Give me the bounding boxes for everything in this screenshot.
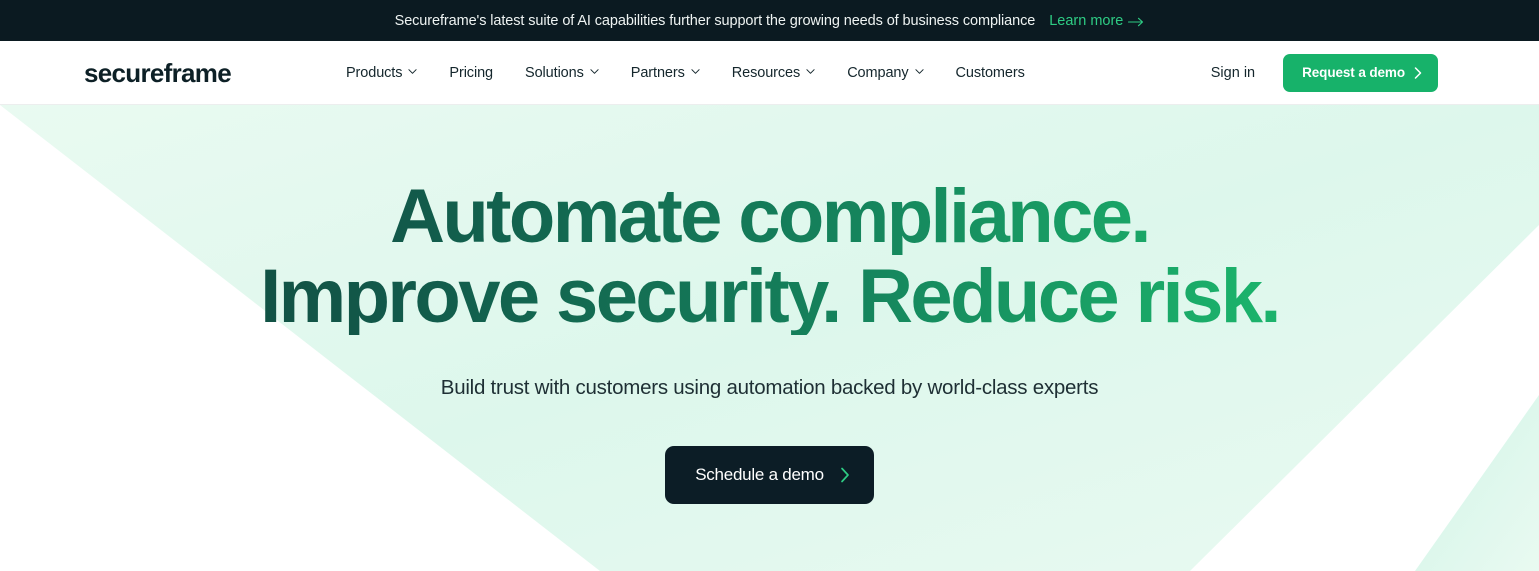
secureframe-logo[interactable]: secureframe — [84, 60, 232, 86]
nav-item-solutions[interactable]: Solutions — [509, 53, 615, 93]
nav-label: Products — [345, 64, 403, 81]
chevron-down-icon — [914, 67, 924, 76]
nav-label: Customers — [955, 64, 1025, 81]
hero-subheadline: Build trust with customers using automat… — [440, 376, 1099, 399]
nav-label: Pricing — [449, 64, 494, 81]
hero-content: Automate compliance. Improve security. R… — [0, 105, 1539, 504]
chevron-down-icon — [408, 67, 417, 76]
site-header: secureframe Products Pricing Solutions P… — [0, 41, 1539, 105]
hero-headline-line-2: Improve security. Reduce risk. — [0, 259, 1539, 335]
chevron-right-icon — [1414, 66, 1422, 79]
nav-item-resources[interactable]: Resources — [716, 53, 831, 93]
announcement-text: Secureframe's latest suite of AI capabil… — [394, 12, 1036, 29]
chevron-right-icon — [840, 467, 850, 483]
arrow-right-icon — [1128, 17, 1144, 27]
nav-label: Resources — [731, 64, 801, 81]
chevron-down-icon — [806, 67, 815, 76]
request-a-demo-button[interactable]: Request a demo — [1283, 53, 1438, 92]
nav-item-products[interactable]: Products — [330, 53, 433, 93]
nav-label: Company — [847, 64, 909, 81]
primary-navigation: Products Pricing Solutions Partners Reso… — [330, 53, 1041, 93]
schedule-a-demo-button[interactable]: Schedule a demo — [665, 446, 874, 504]
nav-label: Solutions — [525, 64, 584, 81]
sign-in-link[interactable]: Sign in — [1211, 65, 1255, 81]
chevron-down-icon — [590, 67, 599, 76]
nav-item-company[interactable]: Company — [831, 53, 939, 93]
schedule-a-demo-label: Schedule a demo — [695, 465, 824, 484]
announcement-learn-more-label: Learn more — [1049, 12, 1124, 29]
nav-item-pricing[interactable]: Pricing — [433, 53, 509, 93]
hero-section: Automate compliance. Improve security. R… — [0, 105, 1539, 571]
nav-item-partners[interactable]: Partners — [615, 53, 716, 93]
announcement-banner: Secureframe's latest suite of AI capabil… — [0, 0, 1539, 41]
chevron-down-icon — [691, 67, 700, 76]
request-a-demo-label: Request a demo — [1302, 65, 1405, 80]
header-actions: Sign in Request a demo — [1211, 53, 1438, 92]
hero-headline-line-1: Automate compliance. — [0, 179, 1539, 255]
nav-label: Partners — [630, 64, 685, 81]
announcement-learn-more-link[interactable]: Learn more — [1049, 13, 1144, 29]
nav-item-customers[interactable]: Customers — [940, 53, 1041, 93]
